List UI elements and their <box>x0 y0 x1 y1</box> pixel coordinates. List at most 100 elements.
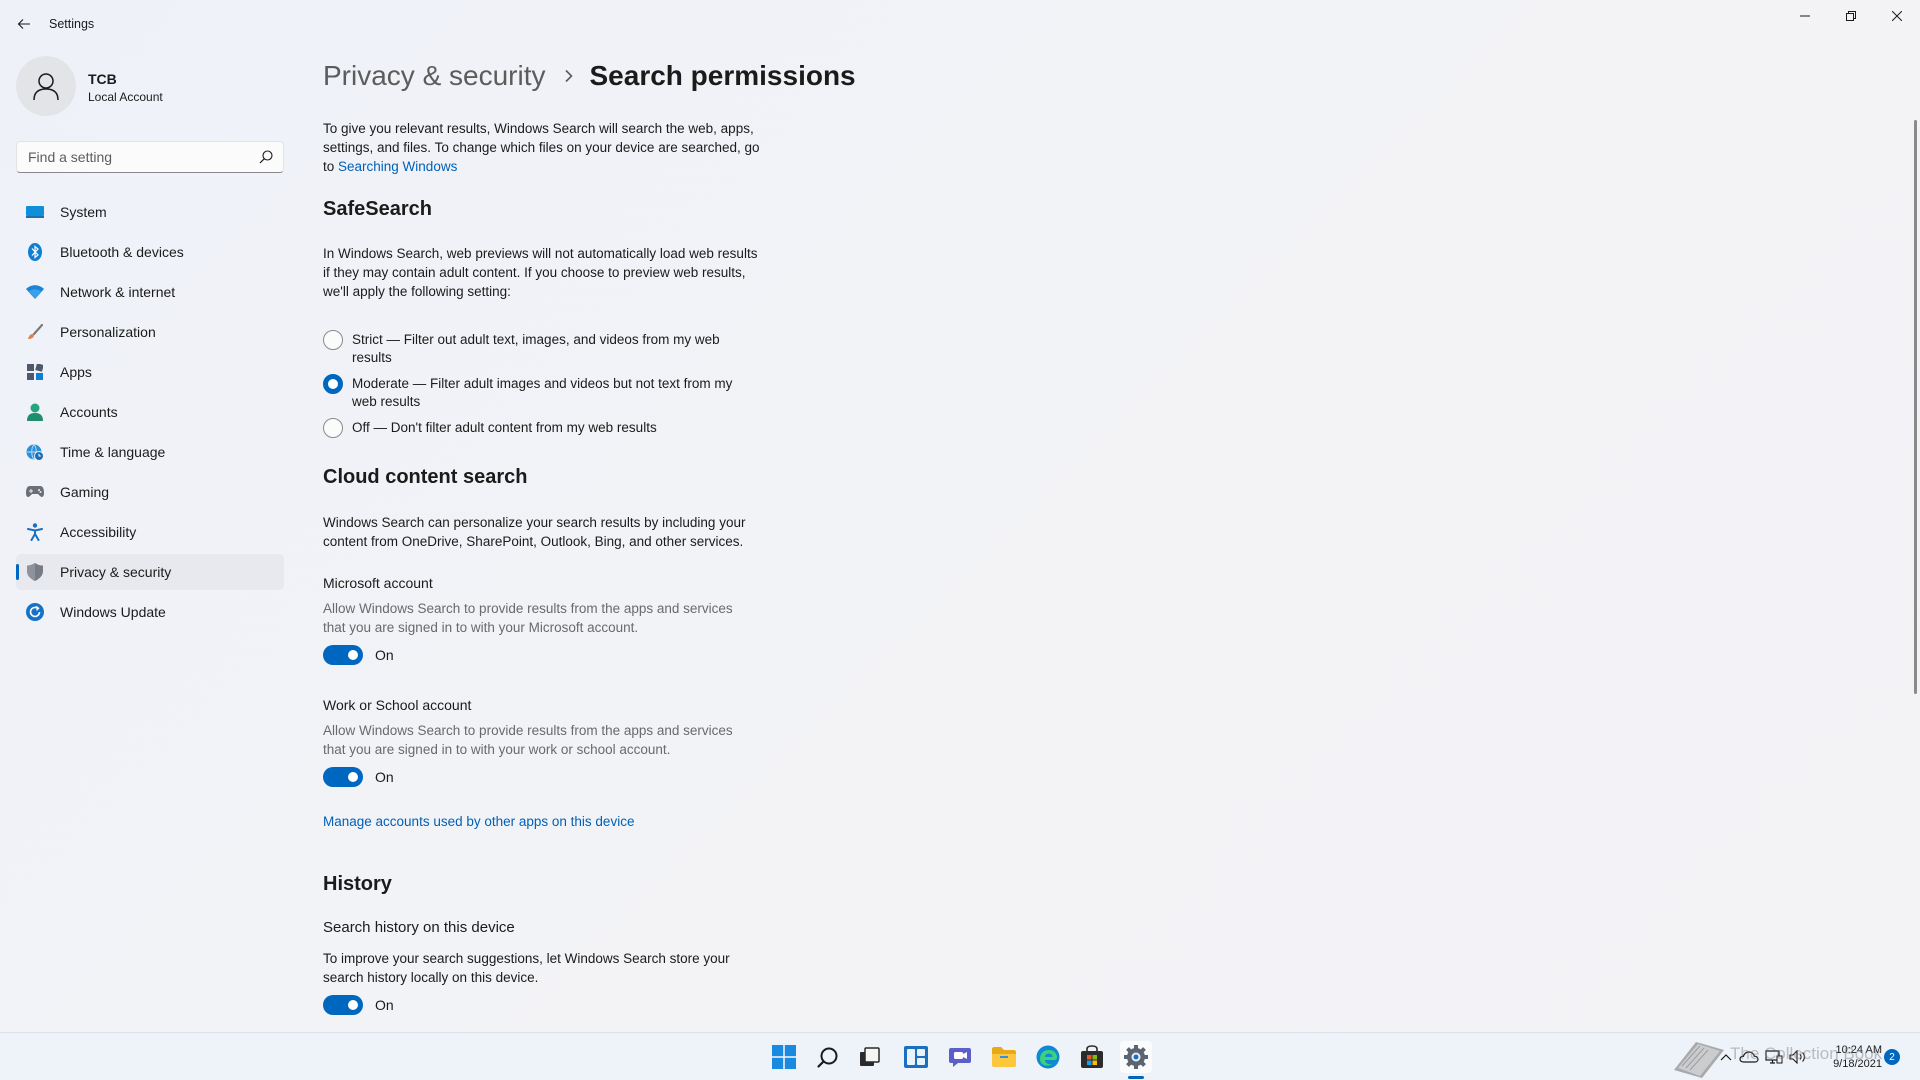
close-button[interactable] <box>1874 0 1920 32</box>
intro-text: To give you relevant results, Windows Se… <box>323 119 783 176</box>
cloud-search-description: Windows Search can personalize your sear… <box>323 513 783 551</box>
search-icon[interactable] <box>259 150 273 164</box>
sidebar-item-windows-update[interactable]: Windows Update <box>16 594 284 630</box>
description-line: In Windows Search, web previews will not… <box>323 246 758 261</box>
work-school-account-title: Work or School account <box>323 697 472 713</box>
history-title: History <box>323 873 392 895</box>
description-line: To improve your search suggestions, let … <box>323 951 730 966</box>
profile-name: TCB <box>88 71 117 87</box>
task-view-button[interactable] <box>854 1041 886 1073</box>
search-history-title: Search history on this device <box>323 919 515 936</box>
safesearch-description: In Windows Search, web previews will not… <box>323 244 783 301</box>
sidebar-item-time-language[interactable]: Time & language <box>16 434 284 470</box>
title-bar: Settings <box>0 0 1920 48</box>
work-school-toggle-row: On <box>323 767 394 787</box>
sidebar-item-label: Personalization <box>60 324 156 340</box>
radio-label: Moderate — Filter adult images and video… <box>352 374 772 411</box>
intro-prefix: to <box>323 159 339 174</box>
intro-line: settings, and files. To change which fil… <box>323 140 760 155</box>
searching-windows-link[interactable]: Searching Windows <box>338 159 457 174</box>
chevron-right-icon <box>564 69 574 83</box>
sidebar-item-personalization[interactable]: Personalization <box>16 314 284 350</box>
radio-button-checked[interactable] <box>323 374 343 394</box>
bluetooth-icon <box>26 243 44 261</box>
sidebar-item-system[interactable]: System <box>16 194 284 230</box>
sidebar-item-network[interactable]: Network & internet <box>16 274 284 310</box>
microsoft-account-description: Allow Windows Search to provide results … <box>323 599 783 637</box>
toggle-knob <box>348 1000 358 1010</box>
safesearch-option-moderate[interactable]: Moderate — Filter adult images and video… <box>323 374 783 411</box>
search-input[interactable] <box>17 142 247 172</box>
work-school-account-toggle[interactable] <box>323 767 363 787</box>
file-explorer-icon <box>992 1047 1016 1067</box>
edge-icon <box>1036 1045 1060 1069</box>
sidebar-item-accessibility[interactable]: Accessibility <box>16 514 284 550</box>
sidebar-item-label: Accessibility <box>60 524 137 540</box>
microsoft-account-title: Microsoft account <box>323 575 433 591</box>
radio-label: Off — Don't filter adult content from my… <box>352 418 772 437</box>
start-button[interactable] <box>768 1041 800 1073</box>
sidebar-item-accounts[interactable]: Accounts <box>16 394 284 430</box>
microsoft-store-button[interactable] <box>1076 1041 1108 1073</box>
radio-label-line: web results <box>352 394 421 409</box>
restore-icon <box>1846 11 1856 21</box>
description-line: that you are signed in to with your work… <box>323 742 671 757</box>
sidebar-item-bluetooth[interactable]: Bluetooth & devices <box>16 234 284 270</box>
safesearch-option-strict[interactable]: Strict — Filter out adult text, images, … <box>323 330 783 367</box>
sidebar-item-label: Bluetooth & devices <box>60 244 184 260</box>
user-profile[interactable]: TCB Local Account <box>16 56 286 118</box>
apps-icon <box>26 363 44 381</box>
microsoft-account-toggle[interactable] <box>323 645 363 665</box>
close-icon <box>1892 11 1902 21</box>
minimize-button[interactable] <box>1782 0 1828 32</box>
system-icon <box>26 203 44 221</box>
sidebar-item-apps[interactable]: Apps <box>16 354 284 390</box>
restore-button[interactable] <box>1828 0 1874 32</box>
accounts-icon <box>26 403 44 421</box>
sidebar-item-label: Apps <box>60 364 92 380</box>
safesearch-option-off[interactable]: Off — Don't filter adult content from my… <box>323 418 783 438</box>
sidebar-item-gaming[interactable]: Gaming <box>16 474 284 510</box>
edge-browser-button[interactable] <box>1032 1041 1064 1073</box>
settings-search <box>16 141 284 173</box>
profile-account-type: Local Account <box>88 90 163 104</box>
breadcrumb-parent-link[interactable]: Privacy & security <box>323 60 546 92</box>
radio-label: Strict — Filter out adult text, images, … <box>352 330 772 367</box>
settings-icon <box>1124 1045 1148 1069</box>
breadcrumb: Privacy & security Search permissions <box>323 56 856 96</box>
intro-line: To give you relevant results, Windows Se… <box>323 121 754 136</box>
minimize-icon <box>1800 15 1810 17</box>
back-arrow-icon <box>17 19 30 29</box>
radio-label-line: Off — Don't filter adult content from my… <box>352 420 657 435</box>
globe-clock-icon <box>26 443 44 461</box>
taskbar-search-button[interactable] <box>812 1041 844 1073</box>
back-button[interactable] <box>12 12 36 36</box>
radio-label-line: Strict — Filter out adult text, images, … <box>352 332 720 347</box>
gamepad-icon <box>26 483 44 501</box>
cloud-search-title: Cloud content search <box>323 466 528 488</box>
person-icon <box>33 73 59 101</box>
toggle-knob <box>348 650 358 660</box>
wifi-icon <box>26 283 44 301</box>
sidebar-item-label: Accounts <box>60 404 118 420</box>
sidebar-item-privacy-security[interactable]: Privacy & security <box>16 554 284 590</box>
vertical-scrollbar[interactable] <box>1914 120 1917 694</box>
store-icon <box>1081 1045 1103 1068</box>
radio-button[interactable] <box>323 418 343 438</box>
app-title: Settings <box>49 17 95 31</box>
sidebar-nav: System Bluetooth & devices Network & int… <box>16 194 284 634</box>
notification-badge[interactable]: 2 <box>1884 1049 1900 1065</box>
description-line: content from OneDrive, SharePoint, Outlo… <box>323 534 744 549</box>
radio-label-line: results <box>352 350 392 365</box>
toggle-knob <box>348 772 358 782</box>
search-icon <box>817 1047 838 1068</box>
chat-button[interactable] <box>944 1041 976 1073</box>
search-history-toggle[interactable] <box>323 995 363 1015</box>
radio-button[interactable] <box>323 330 343 350</box>
settings-app-button[interactable] <box>1120 1041 1152 1073</box>
sidebar-item-label: Gaming <box>60 484 110 500</box>
manage-accounts-link[interactable]: Manage accounts used by other apps on th… <box>323 812 783 831</box>
file-explorer-button[interactable] <box>988 1041 1020 1073</box>
widgets-button[interactable] <box>900 1041 932 1073</box>
radio-label-line: Moderate — Filter adult images and video… <box>352 376 733 391</box>
